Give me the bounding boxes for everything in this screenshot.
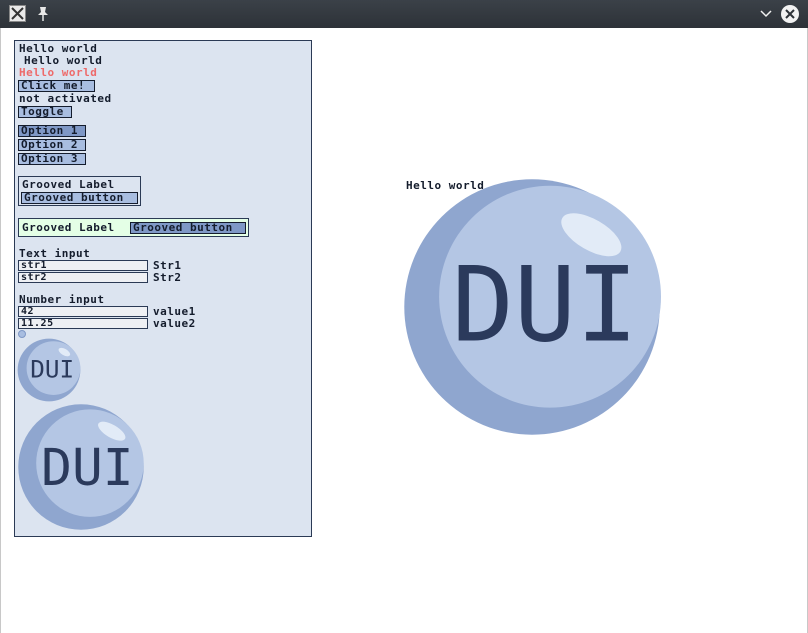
dui-bubble-small-icon: DUI bbox=[17, 338, 81, 402]
option-3-radio[interactable]: Option 3 bbox=[18, 153, 86, 165]
x-app-icon[interactable] bbox=[9, 5, 26, 22]
dui-bubble-large-icon: DUI bbox=[404, 179, 661, 435]
number-input-1[interactable]: 42 bbox=[18, 306, 148, 317]
text-input-heading: Text input bbox=[19, 247, 91, 260]
text-input-2[interactable]: str2 bbox=[18, 272, 148, 283]
option-1-radio[interactable]: Option 1 bbox=[18, 125, 86, 137]
text-input-2-label: Str2 bbox=[153, 271, 182, 284]
number-input-2-label: value2 bbox=[153, 317, 196, 330]
dui-bubble-medium-icon: DUI bbox=[18, 404, 144, 530]
large-logo-text: DUI bbox=[452, 246, 638, 366]
close-icon[interactable] bbox=[781, 5, 799, 23]
pin-icon[interactable] bbox=[36, 6, 50, 22]
grooved-button[interactable]: Grooved button bbox=[21, 192, 138, 204]
number-input-heading: Number input bbox=[19, 293, 105, 306]
slider-knob[interactable] bbox=[18, 330, 26, 338]
grooved-button[interactable]: Grooved button bbox=[130, 222, 246, 234]
window-titlebar bbox=[0, 0, 808, 28]
grooved-group-vertical: Grooved Label Grooved button bbox=[18, 176, 141, 206]
chevron-down-icon[interactable] bbox=[759, 8, 773, 20]
medium-logo-text: DUI bbox=[41, 438, 133, 498]
option-2-radio[interactable]: Option 2 bbox=[18, 139, 86, 151]
number-input-2[interactable]: 11.25 bbox=[18, 318, 148, 329]
activation-status: not activated bbox=[19, 92, 112, 105]
click-me-button[interactable]: Click me! bbox=[18, 80, 95, 92]
grooved-label: Grooved Label bbox=[22, 221, 115, 234]
toggle-button[interactable]: Toggle bbox=[18, 106, 72, 118]
grooved-label: Grooved Label bbox=[22, 178, 115, 191]
hello-text-red: Hello world bbox=[19, 66, 98, 79]
grooved-group-horizontal: Grooved Label Grooved button bbox=[18, 218, 249, 237]
small-logo-text: DUI bbox=[30, 355, 74, 384]
widget-panel: Hello world Hello world Hello world Clic… bbox=[14, 40, 312, 537]
text-input-1[interactable]: str1 bbox=[18, 260, 148, 271]
